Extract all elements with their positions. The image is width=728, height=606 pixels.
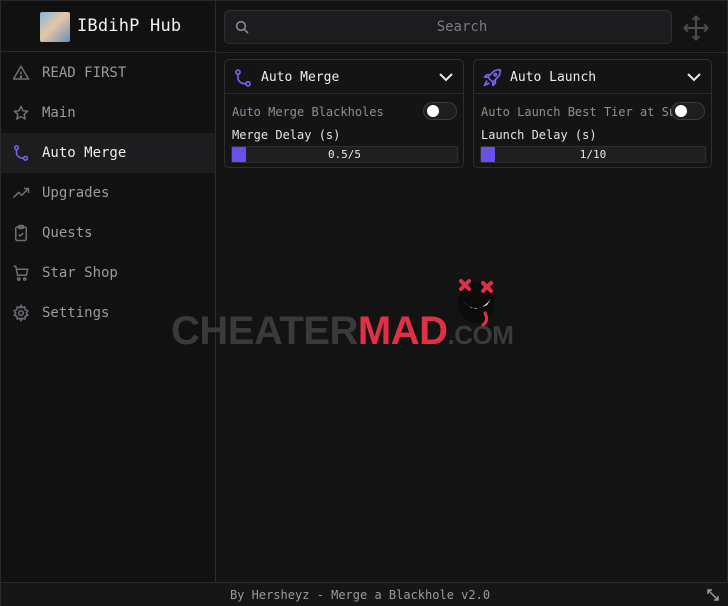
sidebar-item-label: Main: [42, 105, 76, 121]
merge-delay-label: Merge Delay (s): [232, 128, 341, 142]
avatar: [40, 12, 70, 42]
clipboard-check-icon: [15, 224, 27, 242]
sidebar-item-upgrades[interactable]: Upgrades: [1, 173, 215, 213]
resize-icon[interactable]: [706, 588, 720, 602]
sidebar-item-quests[interactable]: Quests: [1, 213, 215, 253]
auto-launch-title: Auto Launch: [510, 70, 597, 85]
sidebar-item-read-first[interactable]: READ FIRST: [1, 53, 215, 93]
sidebar: IBdihP Hub READ FIRST Main Auto Merge Up…: [1, 1, 216, 582]
status-footer: By Hersheyz - Merge a Blackhole v2.0: [1, 582, 728, 606]
footer-text: By Hersheyz - Merge a Blackhole v2.0: [229, 588, 491, 602]
hub-window: IBdihP Hub READ FIRST Main Auto Merge Up…: [0, 0, 728, 606]
merge-delay-slider[interactable]: 0.5/5: [231, 146, 458, 163]
merge-icon: [235, 69, 251, 87]
watermark-part2: MAD: [357, 309, 448, 353]
app-title: IBdihP Hub: [77, 16, 182, 36]
rocket-icon: [483, 68, 502, 87]
auto-launch-card-header[interactable]: Auto Launch: [474, 60, 711, 94]
sidebar-item-label: Quests: [42, 225, 93, 241]
sidebar-item-label: Settings: [42, 305, 110, 321]
sidebar-nav: READ FIRST Main Auto Merge Upgrades Ques…: [1, 53, 215, 333]
brand-header: IBdihP Hub: [1, 1, 216, 52]
toggle-knob: [427, 105, 439, 117]
move-icon[interactable]: [682, 14, 710, 42]
auto-merge-card: Auto Merge Auto Merge Blackholes Merge D…: [224, 59, 464, 168]
auto-merge-card-header[interactable]: Auto Merge: [225, 60, 463, 94]
merge-delay-value: 0.5/5: [327, 148, 362, 161]
warning-icon: [12, 65, 30, 80]
sidebar-item-label: Star Shop: [42, 265, 118, 281]
search-icon: [235, 20, 249, 34]
cart-icon: [13, 265, 29, 281]
chevron-down-icon[interactable]: [686, 70, 702, 84]
search-input[interactable]: [259, 11, 665, 43]
chevron-down-icon[interactable]: [438, 70, 454, 84]
toggle-knob: [675, 105, 687, 117]
merge-icon: [13, 145, 29, 161]
auto-merge-title: Auto Merge: [261, 70, 340, 85]
auto-launch-toggle-label: Auto Launch Best Tier at Sun: [481, 105, 674, 119]
sidebar-item-star-shop[interactable]: Star Shop: [1, 253, 215, 293]
star-icon: [13, 105, 29, 120]
auto-merge-blackholes-toggle[interactable]: [423, 102, 457, 120]
auto-launch-best-tier-toggle[interactable]: [671, 102, 705, 120]
search-bar[interactable]: [224, 10, 672, 44]
watermark-part1: CHEATER: [171, 309, 358, 353]
gear-icon: [13, 304, 29, 322]
sidebar-item-main[interactable]: Main: [1, 93, 215, 133]
sidebar-item-label: READ FIRST: [42, 65, 127, 81]
sidebar-item-label: Upgrades: [42, 185, 110, 201]
launch-delay-slider[interactable]: 1/10: [480, 146, 706, 163]
trend-up-icon: [12, 187, 30, 199]
sidebar-item-auto-merge[interactable]: Auto Merge: [1, 133, 215, 173]
auto-launch-card: Auto Launch Auto Launch Best Tier at Sun…: [473, 59, 712, 168]
launch-delay-label: Launch Delay (s): [481, 128, 597, 142]
watermark-logo-icon: [458, 279, 494, 327]
auto-merge-toggle-label: Auto Merge Blackholes: [232, 105, 384, 119]
launch-delay-value: 1/10: [579, 148, 607, 161]
sidebar-item-label: Auto Merge: [42, 145, 127, 161]
header-divider: [217, 52, 728, 53]
